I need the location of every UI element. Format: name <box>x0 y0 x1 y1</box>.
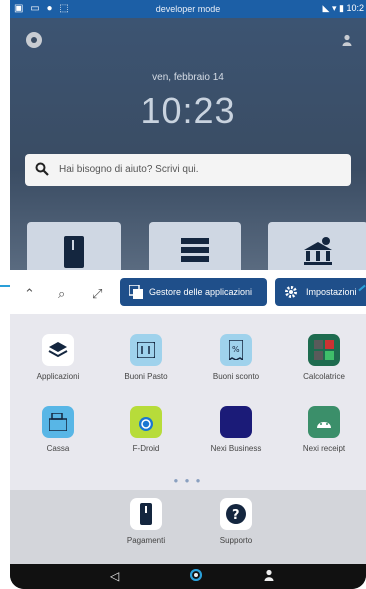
lock-date: ven, febbraio 14 <box>152 72 224 83</box>
app-calcolatrice[interactable]: Calcolatrice <box>282 334 366 381</box>
gear-icon <box>285 286 297 298</box>
app-buoni-pasto[interactable]: Buoni Pasto <box>104 334 188 381</box>
app-applicazioni[interactable]: Applicazioni <box>16 334 100 381</box>
settings-label: Impostazioni <box>306 287 357 297</box>
search-icon[interactable]: ⌕ <box>58 286 65 302</box>
collapse-icon[interactable]: ⌃ <box>24 286 35 302</box>
app-drawer: Applicazioni Buoni Pasto % Buoni sconto … <box>10 314 366 490</box>
app-manager-button[interactable]: Gestore delle applicazioni <box>120 278 267 306</box>
dock: Pagamenti ? Supporto <box>10 490 366 564</box>
home-icon[interactable] <box>189 568 203 584</box>
app-cassa[interactable]: Cassa <box>16 406 100 453</box>
quick-action-bar: ⌃ ⌕ ⤢ Gestore delle applicazioni Imposta… <box>10 270 366 314</box>
app-manager-label: Gestore delle applicazioni <box>149 287 253 297</box>
shortcut-tile-payment[interactable] <box>27 222 121 270</box>
svg-text:%: % <box>232 345 240 354</box>
cash-register-icon <box>42 406 74 438</box>
status-time: ◣ ▾ ▮ 10:2 <box>322 3 364 13</box>
signal-icon: ◣ <box>322 3 330 13</box>
dock-supporto[interactable]: ? Supporto <box>194 498 278 545</box>
search-icon <box>35 162 49 176</box>
app-f-droid[interactable]: F-Droid <box>104 406 188 453</box>
callout-line-left <box>0 285 10 287</box>
discount-receipt-icon: % <box>220 334 252 366</box>
navigation-bar: ◁ <box>10 564 366 589</box>
expand-icon[interactable]: ⤢ <box>92 286 102 302</box>
app-nexi-business[interactable]: Nexi Business <box>194 406 278 453</box>
help-icon: ? <box>220 498 252 530</box>
android-icon <box>308 406 340 438</box>
app-buoni-sconto[interactable]: % Buoni sconto <box>194 334 278 381</box>
camera-icon[interactable] <box>26 32 42 48</box>
f-droid-icon <box>130 406 162 438</box>
nexi-logo-icon <box>220 406 252 438</box>
card-terminal-icon <box>130 498 162 530</box>
home-screen: ven, febbraio 14 10:23 Hai bisogno di ai… <box>10 18 366 270</box>
svg-text:?: ? <box>232 508 240 523</box>
battery-icon: ▮ <box>339 3 344 13</box>
status-bar: ▣ ▭ ● ⬚ developer mode ◣ ▾ ▮ 10:2 <box>10 0 366 18</box>
search-placeholder: Hai bisogno di aiuto? Scrivi qui. <box>59 164 199 175</box>
user-switch-icon[interactable] <box>264 569 274 584</box>
layers-icon <box>42 334 74 366</box>
settings-button[interactable]: Impostazioni <box>275 278 366 306</box>
meal-voucher-icon <box>130 334 162 366</box>
tablet-screen: ▣ ▭ ● ⬚ developer mode ◣ ▾ ▮ 10:2 ven, f… <box>10 0 366 589</box>
shortcut-tile-bank[interactable] <box>268 222 366 270</box>
calculator-icon <box>308 334 340 366</box>
user-icon[interactable] <box>342 34 352 46</box>
developer-mode-label: developer mode <box>155 4 221 14</box>
wifi-icon: ▾ <box>331 3 337 13</box>
shortcut-tile-list[interactable] <box>149 222 241 270</box>
bank-icon <box>304 237 332 265</box>
list-icon <box>181 238 209 262</box>
app-nexi-receipt[interactable]: Nexi receipt <box>282 406 366 453</box>
page-indicator: ● ● ● <box>173 476 203 485</box>
help-search-bar[interactable]: Hai bisogno di aiuto? Scrivi qui. <box>25 154 351 186</box>
app-manager-icon <box>129 285 143 299</box>
back-icon[interactable]: ◁ <box>110 569 119 583</box>
card-terminal-icon <box>64 236 84 268</box>
dock-pagamenti[interactable]: Pagamenti <box>104 498 188 545</box>
lock-time: 10:23 <box>140 90 236 131</box>
